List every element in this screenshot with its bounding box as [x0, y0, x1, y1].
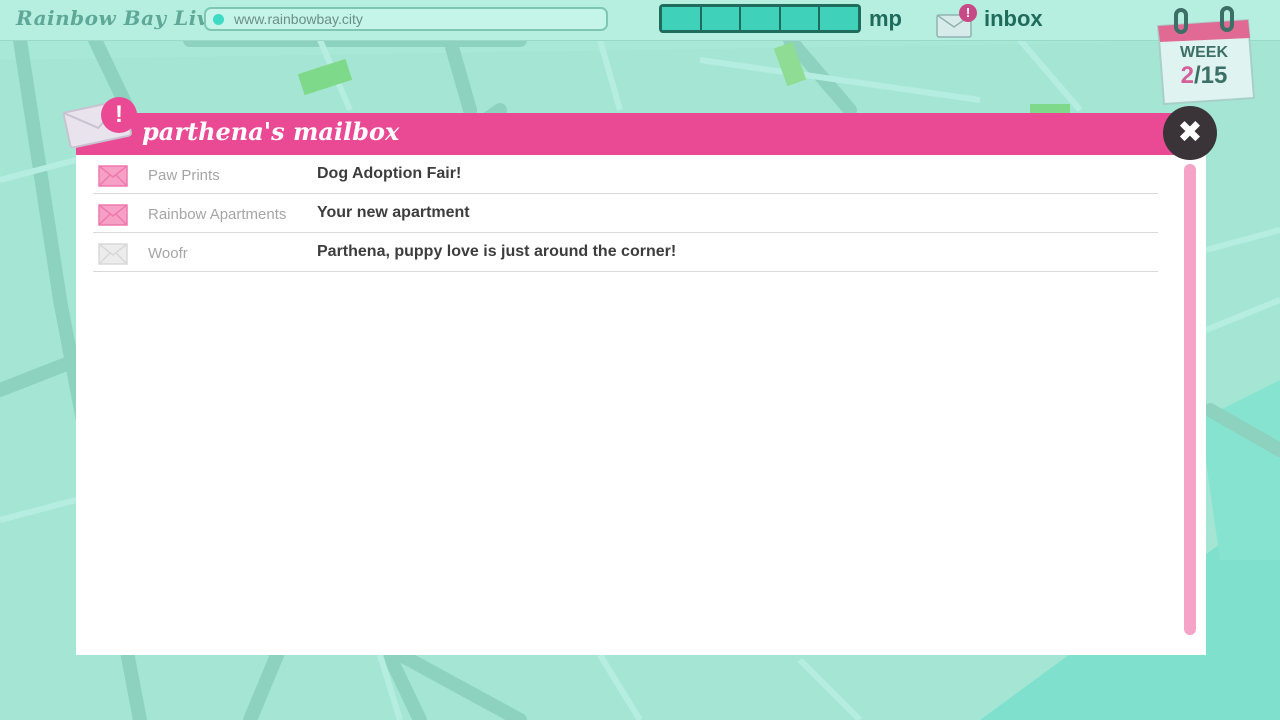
mp-segment	[780, 7, 819, 30]
mp-segment	[820, 7, 858, 30]
mailbox-alert-badge: !	[101, 97, 137, 133]
mp-label: mp	[869, 6, 902, 31]
top-bar: Rainbow Bay Live www.rainbowbay.city mp …	[0, 0, 1280, 41]
message-sender: Rainbow Apartments	[148, 206, 287, 223]
week-counter: 2/15	[1150, 62, 1258, 90]
mp-segment	[701, 7, 740, 30]
inbox-label: inbox	[984, 6, 1043, 31]
mp-segment	[741, 7, 779, 30]
app-brand: Rainbow Bay Live	[16, 6, 223, 30]
message-subject: Parthena, puppy love is just around the …	[317, 243, 677, 260]
mailbox-window: parthena's mailbox Paw Prints Dog Adopti…	[76, 113, 1206, 655]
message-sender: Woofr	[148, 245, 188, 262]
message-sender: Paw Prints	[148, 167, 220, 184]
total-weeks: 15	[1200, 62, 1228, 89]
current-week: 2	[1180, 62, 1194, 89]
message-row[interactable]: Woofr Parthena, puppy love is just aroun…	[93, 233, 1158, 272]
mailbox-title: parthena's mailbox	[142, 117, 400, 146]
week-separator: /	[1193, 62, 1201, 89]
inbox-button[interactable]: ! inbox	[934, 4, 1054, 38]
connection-status-icon	[213, 14, 224, 25]
mailbox-title-bar: parthena's mailbox	[76, 113, 1206, 155]
week-label: WEEK	[1180, 44, 1228, 61]
close-icon: ✖	[1177, 115, 1203, 150]
message-subject: Dog Adoption Fair!	[317, 165, 462, 182]
envelope-grey-icon	[98, 243, 128, 265]
mp-meter	[659, 4, 861, 33]
close-button[interactable]: ✖	[1163, 106, 1217, 160]
message-list-scrollbar[interactable]	[1184, 164, 1196, 635]
message-row[interactable]: Rainbow Apartments Your new apartment	[93, 194, 1158, 233]
message-row[interactable]: Paw Prints Dog Adoption Fair!	[93, 155, 1158, 194]
envelope-pink-icon	[98, 165, 128, 187]
url-bar[interactable]: www.rainbowbay.city	[204, 7, 608, 31]
week-calendar: WEEK 2/15	[1150, 6, 1258, 106]
mp-segment	[662, 7, 700, 30]
message-subject: Your new apartment	[317, 204, 470, 221]
inbox-alert-badge: !	[959, 4, 977, 22]
message-list: Paw Prints Dog Adoption Fair! Rainbow Ap…	[93, 155, 1158, 272]
url-text: www.rainbowbay.city	[234, 11, 363, 27]
envelope-pink-icon	[98, 204, 128, 226]
